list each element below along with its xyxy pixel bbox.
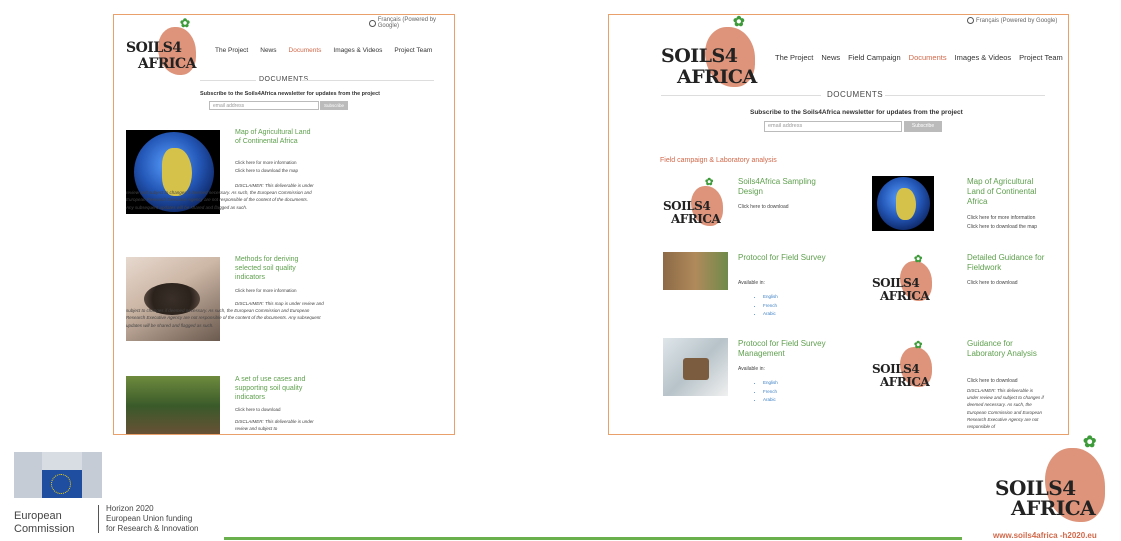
nav-item-field-campaign[interactable]: Field Campaign (848, 53, 901, 62)
language-list: English French Arabic (755, 379, 778, 405)
language-link-english[interactable]: English (763, 379, 778, 388)
google-translate-link[interactable]: Français (Powered by Google) (369, 17, 454, 29)
divider (200, 80, 256, 81)
doc-download-link[interactable]: Click here to download (235, 406, 315, 413)
doc-title-guidance-laboratory[interactable]: Guidance for Laboratory Analysis (967, 339, 1042, 359)
doc-download-link[interactable]: Click here to download (967, 377, 1049, 385)
funding-line2: European Union funding (106, 514, 193, 523)
sprout-icon: ✿ (180, 16, 190, 30)
language-link-arabic[interactable]: Arabic (763, 396, 778, 405)
doc-download-link[interactable]: Click here to download (967, 279, 1052, 287)
globe-icon (967, 17, 974, 24)
nav-item-images-videos[interactable]: Images & Videos (333, 47, 382, 54)
nav-item-project-team[interactable]: Project Team (1019, 53, 1063, 62)
soils4africa-logo[interactable]: ✿ SOILS4 AFRICA (126, 17, 211, 79)
doc-download-link[interactable]: Click here to download the map (967, 223, 1049, 231)
africa-globe-thumbnail[interactable] (872, 176, 934, 231)
divider (98, 505, 99, 533)
doc-title-use-cases[interactable]: A set of use cases and supporting soil q… (235, 376, 315, 402)
language-link-french[interactable]: French (763, 388, 778, 397)
available-in-label: Available in: (738, 366, 765, 372)
soils4africa-doc-thumbnail[interactable]: ✿ SOILS4 AFRICA (872, 341, 937, 391)
sprout-icon: ✿ (1083, 432, 1096, 451)
doc-disclaimer: DISCLAIMER: This map is under review and… (126, 301, 324, 328)
email-field[interactable]: email address (764, 121, 902, 132)
nav-item-the-project[interactable]: The Project (775, 53, 813, 62)
language-link-arabic[interactable]: Arabic (763, 310, 778, 319)
footer-divider (224, 537, 962, 540)
doc-disclaimer: DISCLAIMER: This deliverable is under re… (967, 388, 1044, 429)
doc-more-info-link[interactable]: Click here for more information (235, 287, 315, 294)
doc-title-methods-soil-indicators[interactable]: Methods for deriving selected soil quali… (235, 256, 315, 282)
doc-more-info-link[interactable]: Click here for more information (235, 159, 315, 166)
translate-label: Français (Powered by Google) (377, 17, 437, 29)
project-url[interactable]: www.soils4africa -h2020.eu (993, 531, 1097, 540)
eu-name-line2: Commission (14, 523, 75, 535)
nav-item-news[interactable]: News (260, 47, 276, 54)
funding-line1: Horizon 2020 (106, 504, 154, 513)
email-field[interactable]: email address (209, 101, 319, 110)
globe-icon (369, 19, 376, 27)
soils4africa-doc-thumbnail[interactable]: ✿ SOILS4 AFRICA (872, 255, 937, 305)
translate-label: Français (Powered by Google) (976, 17, 1058, 24)
doc-disclaimer: DISCLAIMER: This deliverable is under re… (126, 183, 314, 210)
main-nav: The Project News Field Campaign Document… (775, 53, 1063, 62)
main-nav: The Project News Documents Images & Vide… (215, 47, 432, 54)
divider (885, 95, 1045, 96)
subscribe-button[interactable]: Subscribe (320, 101, 348, 110)
divider (302, 80, 434, 81)
language-link-french[interactable]: French (763, 302, 778, 311)
section-heading-field-campaign: Field campaign & Laboratory analysis (660, 157, 777, 164)
eu-stars-icon (51, 474, 71, 494)
doc-title-protocol-survey-management[interactable]: Protocol for Field Survey Management (738, 339, 838, 359)
subscribe-button[interactable]: Subscribe (904, 121, 942, 132)
soils4africa-doc-thumbnail[interactable]: ✿ SOILS4 AFRICA (663, 178, 728, 228)
subscribe-prompt: Subscribe to the Soils4Africa newsletter… (200, 91, 381, 97)
field-survey-thumbnail[interactable] (663, 252, 728, 290)
doc-title-protocol-field-survey[interactable]: Protocol for Field Survey (738, 253, 828, 263)
soils4africa-footer-logo: ✿ SOILS4 AFRICA (995, 434, 1115, 529)
doc-disclaimer: DISCLAIMER: This deliverable is under re… (235, 419, 314, 432)
nav-item-the-project[interactable]: The Project (215, 47, 248, 54)
field-meeting-thumbnail[interactable] (126, 376, 220, 434)
funding-line3: for Research & Innovation (106, 524, 199, 533)
website-screenshot-left: Français (Powered by Google) ✿ SOILS4 AF… (113, 14, 455, 435)
language-link-english[interactable]: English (763, 293, 778, 302)
divider (661, 95, 821, 96)
nav-item-documents[interactable]: Documents (289, 47, 322, 54)
eu-name-line1: European (14, 510, 62, 522)
european-commission-logo (14, 452, 102, 502)
doc-more-info-link[interactable]: Click here for more information (967, 214, 1049, 222)
doc-title-map-agricultural-land[interactable]: Map of Agricultural Land of Continental … (967, 177, 1049, 207)
nav-item-project-team[interactable]: Project Team (394, 47, 432, 54)
page-title: DOCUMENTS (827, 90, 884, 99)
nav-item-news[interactable]: News (821, 53, 840, 62)
language-list: English French Arabic (755, 293, 778, 319)
nav-item-documents[interactable]: Documents (909, 53, 947, 62)
google-translate-link[interactable]: Français (Powered by Google) (967, 17, 1057, 24)
doc-title-guidance-fieldwork[interactable]: Detailed Guidance for Fieldwork (967, 253, 1052, 273)
soils4africa-logo[interactable]: ✿ SOILS4 AFRICA (661, 15, 771, 90)
available-in-label: Available in: (738, 280, 765, 286)
survey-management-thumbnail[interactable] (663, 338, 728, 396)
sprout-icon: ✿ (733, 14, 745, 30)
doc-title-sampling-design[interactable]: Soils4Africa Sampling Design (738, 177, 838, 197)
doc-title-map-agricultural-land[interactable]: Map of Agricultural Land of Continental … (235, 129, 315, 147)
website-screenshot-right: Français (Powered by Google) ✿ SOILS4 AF… (608, 14, 1069, 435)
nav-item-images-videos[interactable]: Images & Videos (955, 53, 1012, 62)
subscribe-prompt: Subscribe to the Soils4Africa newsletter… (750, 109, 963, 116)
doc-download-link[interactable]: Click here to download (738, 203, 838, 211)
doc-download-link[interactable]: Click here to download the map (235, 167, 315, 174)
